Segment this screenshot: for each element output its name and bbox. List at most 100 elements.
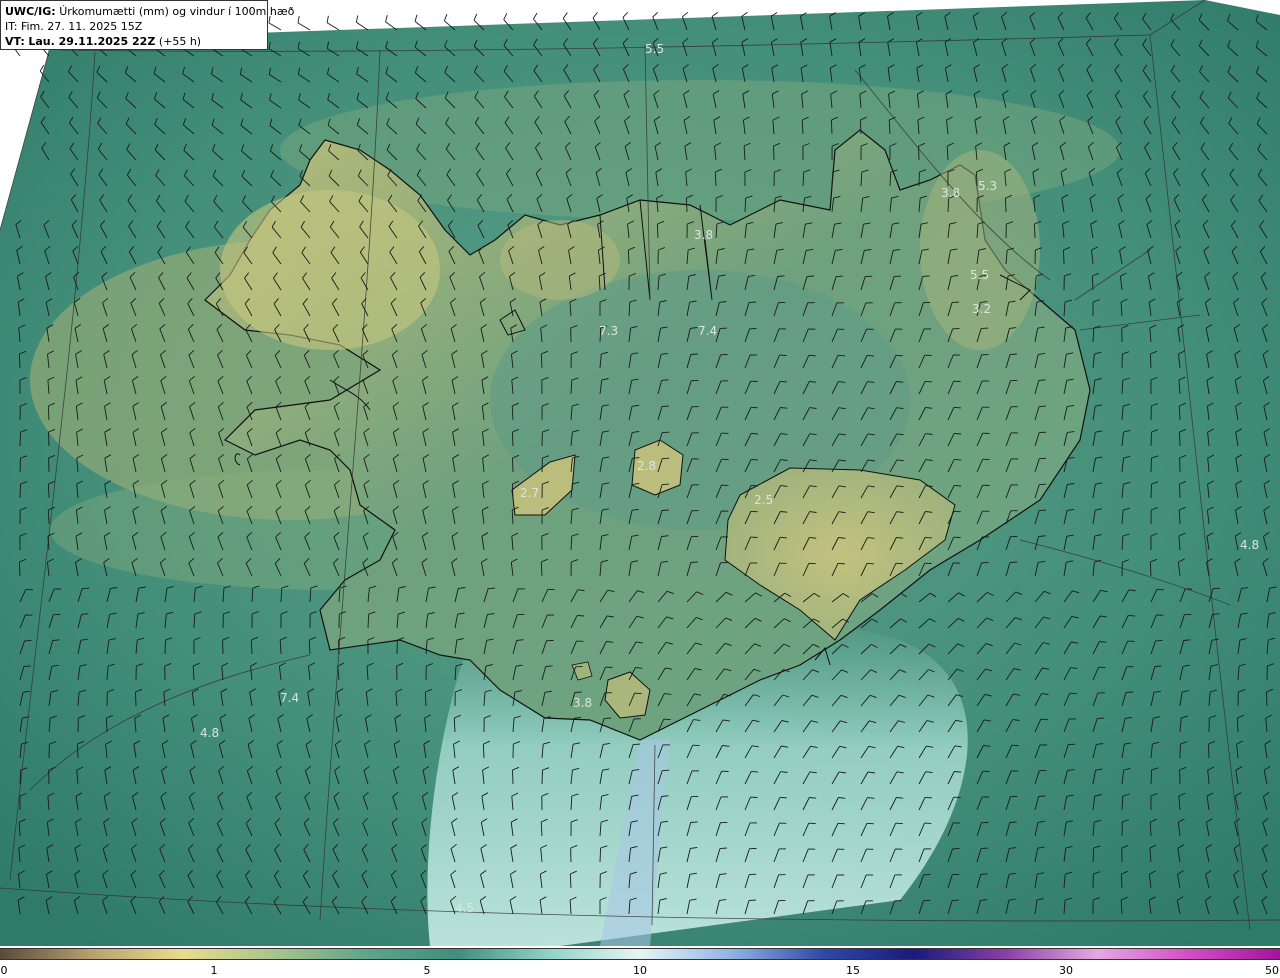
wind-barb-shaft [48, 483, 50, 499]
wind-barb-shaft [1063, 249, 1065, 265]
wind-barb-shaft [482, 743, 485, 759]
wind-barb-flag [779, 796, 787, 799]
wind-barb-flag [779, 536, 787, 539]
wind-barb-shaft [19, 483, 21, 499]
wind-barb-shaft [1179, 483, 1181, 499]
wind-barb-shaft [135, 691, 137, 707]
valid-time-value: Lau. 29.11.2025 22Z [28, 35, 156, 48]
wind-barb-flag [924, 796, 933, 799]
wind-barb-shaft [512, 769, 514, 785]
wind-barb-shaft [859, 119, 862, 135]
wind-barb-shaft [1149, 561, 1152, 577]
wind-barb-shaft [1266, 691, 1268, 707]
value-label: 4.8 [1240, 538, 1259, 552]
wind-barb-flag [25, 588, 33, 591]
value-label: 2.5 [754, 493, 773, 507]
wind-barb-flag [779, 380, 788, 383]
wind-barb-flag [837, 562, 845, 565]
value-label: 5.5 [645, 42, 664, 56]
wind-barb-shaft [1005, 197, 1007, 213]
value-label: 2.8 [637, 459, 656, 473]
wind-barb-shaft [1179, 431, 1181, 447]
wind-barb-flag [895, 354, 903, 357]
wind-barb-shaft [1150, 769, 1153, 785]
wind-barb-shaft [599, 847, 602, 863]
wind-barb-flag [1038, 405, 1047, 408]
wind-barb-shaft [19, 769, 22, 785]
value-label: 3.8 [573, 696, 592, 710]
wind-barb-flag [488, 587, 496, 590]
wind-barb-flag [1009, 821, 1017, 823]
wind-barb-flag [690, 353, 698, 355]
wind-barb-shaft [424, 691, 427, 707]
wind-barb-flag [1097, 717, 1105, 720]
wind-barb-flag [751, 432, 759, 435]
colorbar-tick: 30 [1059, 964, 1073, 977]
wind-barb-flag [1154, 665, 1162, 667]
wind-barb-shaft [338, 639, 340, 655]
value-label: 5.5 [970, 268, 989, 282]
wind-barb-flag [1156, 588, 1164, 591]
init-time-label: IT: [5, 20, 18, 33]
wind-barb-flag [981, 327, 989, 330]
wind-barb-shaft [105, 717, 108, 733]
wind-barb-flag [750, 510, 758, 513]
wind-barb-flag [1040, 718, 1048, 721]
wind-barb-shaft [1034, 223, 1036, 239]
value-label: 7.4 [280, 691, 299, 705]
wind-barb-shaft [1120, 873, 1123, 889]
wind-barb-flag [837, 822, 845, 825]
wind-barb-flag [751, 484, 759, 487]
wind-barb-flag [924, 380, 933, 383]
wind-barb-flag [808, 354, 816, 357]
wind-barb-shaft [1150, 483, 1152, 499]
colorbar-tick: 0 [0, 964, 8, 977]
wind-barb-shaft [164, 639, 166, 655]
wind-barb-flag [577, 614, 585, 617]
wind-barb-shaft [511, 483, 514, 499]
wind-barb-flag [954, 432, 962, 435]
wind-barb-flag [924, 536, 933, 539]
colorbar-tick: 15 [846, 964, 860, 977]
wind-barb-flag [954, 484, 962, 487]
value-label: 4.8 [200, 726, 219, 740]
wind-barb-shaft [19, 457, 21, 473]
wind-barb-shaft [18, 353, 21, 369]
forecast-map: 5.5 5.3 3.8 3.8 5.5 3.2 7.3 7.4 2.8 2.7 … [0, 0, 1280, 946]
wind-barb-shaft [1208, 743, 1210, 759]
init-time-line: IT: Fim. 27. 11. 2025 15Z [5, 19, 263, 34]
wind-barb-flag [866, 822, 874, 825]
wind-barb-shaft [541, 769, 543, 785]
map-title: Úrkomumætti (mm) og vindur í 100m hæð [59, 5, 295, 18]
colorbar-tick: 1 [210, 964, 218, 977]
wind-barb-flag [719, 327, 728, 330]
wind-barb-shaft [1150, 431, 1152, 447]
wind-barb-flag [690, 821, 698, 823]
wind-barb-flag [1125, 691, 1133, 694]
wind-barb-flag [951, 301, 959, 304]
init-time-value: Fim. 27. 11. 2025 15Z [20, 20, 143, 33]
value-label: 7.3 [599, 324, 618, 338]
wind-barb-shaft [18, 561, 21, 577]
wind-barb-flag [23, 665, 31, 667]
value-label: 3.2 [972, 302, 991, 316]
valid-time-line: VT: Lau. 29.11.2025 22Z (+55 h) [5, 34, 263, 49]
colorbar-tick: 10 [633, 964, 647, 977]
wind-barb-flag [662, 483, 670, 486]
wind-barb-shaft [656, 223, 659, 239]
wind-barb-flag [719, 847, 727, 850]
north-yellow [500, 220, 620, 300]
wind-barb-flag [836, 275, 844, 278]
wind-barb-flag [661, 509, 669, 511]
colorbar-tick: 5 [423, 964, 431, 977]
northwest-yellow [220, 190, 440, 350]
wind-barb-flag [1038, 509, 1047, 512]
value-label: 7.4 [698, 324, 717, 338]
wind-barb-flag [953, 510, 961, 513]
wind-barb-shaft [975, 171, 978, 187]
wind-barb-shaft [19, 431, 21, 447]
wind-barb-shaft [1149, 353, 1152, 369]
wind-barb-shaft [48, 431, 50, 447]
lead-time: (+55 h) [158, 35, 202, 48]
wind-barb-shaft [1150, 457, 1152, 473]
